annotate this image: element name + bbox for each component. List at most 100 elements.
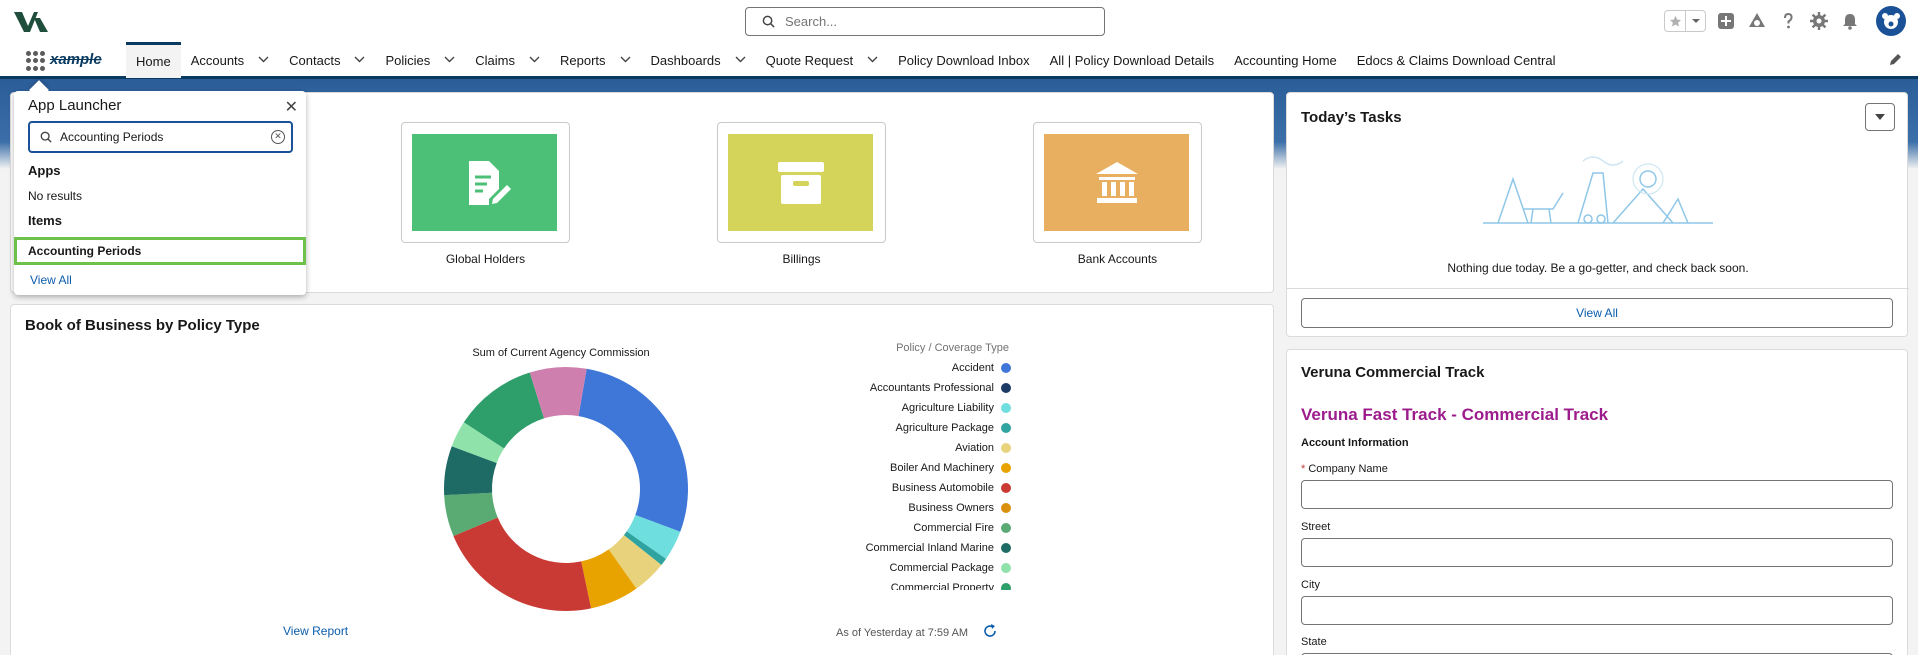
nav-tab-reports[interactable]: Reports xyxy=(550,42,641,78)
search-placeholder: Search... xyxy=(785,14,838,29)
city-input[interactable] xyxy=(1301,596,1893,625)
star-icon[interactable] xyxy=(1665,11,1685,31)
nav-tab-label: Edocs & Claims Download Central xyxy=(1356,52,1556,68)
launcher-view-all-link[interactable]: View All xyxy=(30,273,72,287)
donut-slice[interactable] xyxy=(453,517,592,611)
legend-label: Business Automobile xyxy=(891,482,994,494)
legend-item[interactable]: Commercial Package xyxy=(831,558,1011,578)
launcher-item-accounting-periods[interactable]: Accounting Periods xyxy=(14,237,306,265)
tile-bank-accounts-bg xyxy=(1044,134,1189,231)
chevron-down-icon[interactable] xyxy=(444,55,455,66)
nav-tab-policy-download-inbox[interactable]: Policy Download Inbox xyxy=(888,42,1040,78)
clear-search-icon[interactable]: ✕ xyxy=(271,130,285,144)
card-title: Book of Business by Policy Type xyxy=(25,317,260,334)
tile-label: Global Holders xyxy=(445,252,526,266)
nav-tab-accounting-home[interactable]: Accounting Home xyxy=(1224,42,1347,78)
tile-label: Billings xyxy=(782,252,821,266)
nav-tab-policies[interactable]: Policies xyxy=(375,42,465,78)
tile-billings[interactable] xyxy=(717,122,886,243)
company-logo[interactable] xyxy=(12,8,52,36)
legend-label: Accident xyxy=(951,362,994,374)
legend-item[interactable]: Business Automobile xyxy=(831,478,1011,498)
section-heading: Account Information xyxy=(1301,437,1409,449)
setup-gear-icon[interactable] xyxy=(1808,10,1830,32)
legend-swatch xyxy=(1001,423,1011,433)
global-header: Search... xyxy=(0,0,1918,42)
tasks-dropdown-button[interactable] xyxy=(1865,103,1895,131)
chevron-down-icon[interactable] xyxy=(735,55,746,66)
help-icon[interactable] xyxy=(1777,10,1799,32)
nav-tab-accounts[interactable]: Accounts xyxy=(181,42,279,78)
nav-tab-edocs-claims-download-central[interactable]: Edocs & Claims Download Central xyxy=(1347,42,1566,78)
nav-tab-home[interactable]: Home xyxy=(126,42,181,78)
legend-item[interactable]: Accountants Professional xyxy=(831,378,1011,398)
legend-swatch xyxy=(1001,463,1011,473)
legend-swatch xyxy=(1001,443,1011,453)
chart-legend: Policy / Coverage Type Accident Accountan… xyxy=(831,342,1011,590)
city-label: City xyxy=(1301,579,1320,591)
nav-tab-label: All | Policy Download Details xyxy=(1049,52,1215,68)
search-icon xyxy=(40,131,52,143)
nav-tabs: Home Accounts Contacts Policies Claims Report… xyxy=(126,42,1565,78)
chart-title: Sum of Current Agency Commission xyxy=(472,347,650,359)
legend-swatch xyxy=(1001,503,1011,513)
nav-tab-label: Accounts xyxy=(190,52,245,68)
app-launcher-popover: App Launcher ✕ Accounting Periods ✕ Apps… xyxy=(14,91,306,295)
book-of-business-card: Book of Business by Policy Type Sum of C… xyxy=(10,304,1274,655)
legend-swatch xyxy=(1001,383,1011,393)
donut-chart[interactable] xyxy=(441,364,691,614)
nav-tab-all-policy-download-details[interactable]: All | Policy Download Details xyxy=(1040,42,1225,78)
chevron-down-icon[interactable] xyxy=(867,55,878,66)
street-input[interactable] xyxy=(1301,538,1893,567)
legend-item[interactable]: Commercial Fire xyxy=(831,518,1011,538)
edit-nav-pencil-icon[interactable] xyxy=(1888,53,1902,70)
chevron-down-icon[interactable] xyxy=(1685,11,1705,31)
legend-label: Agriculture Liability xyxy=(901,402,994,414)
chevron-down-icon[interactable] xyxy=(620,55,631,66)
nav-tab-contacts[interactable]: Contacts xyxy=(279,42,375,78)
chevron-down-icon[interactable] xyxy=(354,55,365,66)
empty-tasks-illustration xyxy=(1483,156,1713,224)
user-avatar[interactable] xyxy=(1876,6,1906,36)
legend-item[interactable]: Commercial Inland Marine xyxy=(831,538,1011,558)
legend-item[interactable]: Agriculture Liability xyxy=(831,398,1011,418)
close-icon[interactable]: ✕ xyxy=(285,97,298,117)
refresh-icon[interactable] xyxy=(983,624,997,641)
tile-bank-accounts[interactable] xyxy=(1033,122,1202,243)
legend-swatch xyxy=(1001,363,1011,373)
view-report-link[interactable]: View Report xyxy=(283,624,348,638)
company-name-input[interactable] xyxy=(1301,480,1893,509)
trailhead-icon[interactable] xyxy=(1746,10,1768,32)
notification-bell-icon[interactable] xyxy=(1839,10,1861,32)
nav-tab-label: Quote Request xyxy=(765,52,854,68)
chevron-down-icon[interactable] xyxy=(529,55,540,66)
app-launcher-waffle-icon[interactable] xyxy=(26,51,46,71)
legend-item[interactable]: Accident xyxy=(831,358,1011,378)
add-icon[interactable] xyxy=(1715,10,1737,32)
nav-tab-dashboards[interactable]: Dashboards xyxy=(641,42,756,78)
legend-item[interactable]: Aviation xyxy=(831,438,1011,458)
legend-item[interactable]: Business Owners xyxy=(831,498,1011,518)
card-title: Veruna Commercial Track xyxy=(1301,364,1485,381)
tasks-view-all-button[interactable]: View All xyxy=(1301,298,1893,328)
legend-swatch xyxy=(1001,523,1011,533)
nav-tab-claims[interactable]: Claims xyxy=(465,42,550,78)
archive-box-icon xyxy=(777,161,824,204)
legend-title: Policy / Coverage Type xyxy=(896,342,1009,354)
legend-label: Accountants Professional xyxy=(869,382,994,394)
nav-tab-quote-request[interactable]: Quote Request xyxy=(756,42,888,78)
apps-no-results: No results xyxy=(28,189,83,203)
legend-label: Commercial Property xyxy=(890,582,994,590)
chevron-down-icon[interactable] xyxy=(258,55,269,66)
todays-tasks-card: Today’s Tasks Nothing due today. Be a go… xyxy=(1286,92,1909,337)
legend-item[interactable]: Agriculture Package xyxy=(831,418,1011,438)
global-search-input[interactable]: Search... xyxy=(745,7,1105,36)
nav-tab-label: Accounting Home xyxy=(1234,52,1337,68)
legend-label: Commercial Inland Marine xyxy=(865,542,994,554)
launcher-search-input[interactable]: Accounting Periods ✕ xyxy=(28,121,293,153)
donut-slice[interactable] xyxy=(578,368,688,532)
tile-global-holders[interactable] xyxy=(401,122,570,243)
legend-item[interactable]: Commercial Property xyxy=(831,578,1011,590)
legend-item[interactable]: Boiler And Machinery xyxy=(831,458,1011,478)
chevron-down-icon xyxy=(1875,113,1885,120)
